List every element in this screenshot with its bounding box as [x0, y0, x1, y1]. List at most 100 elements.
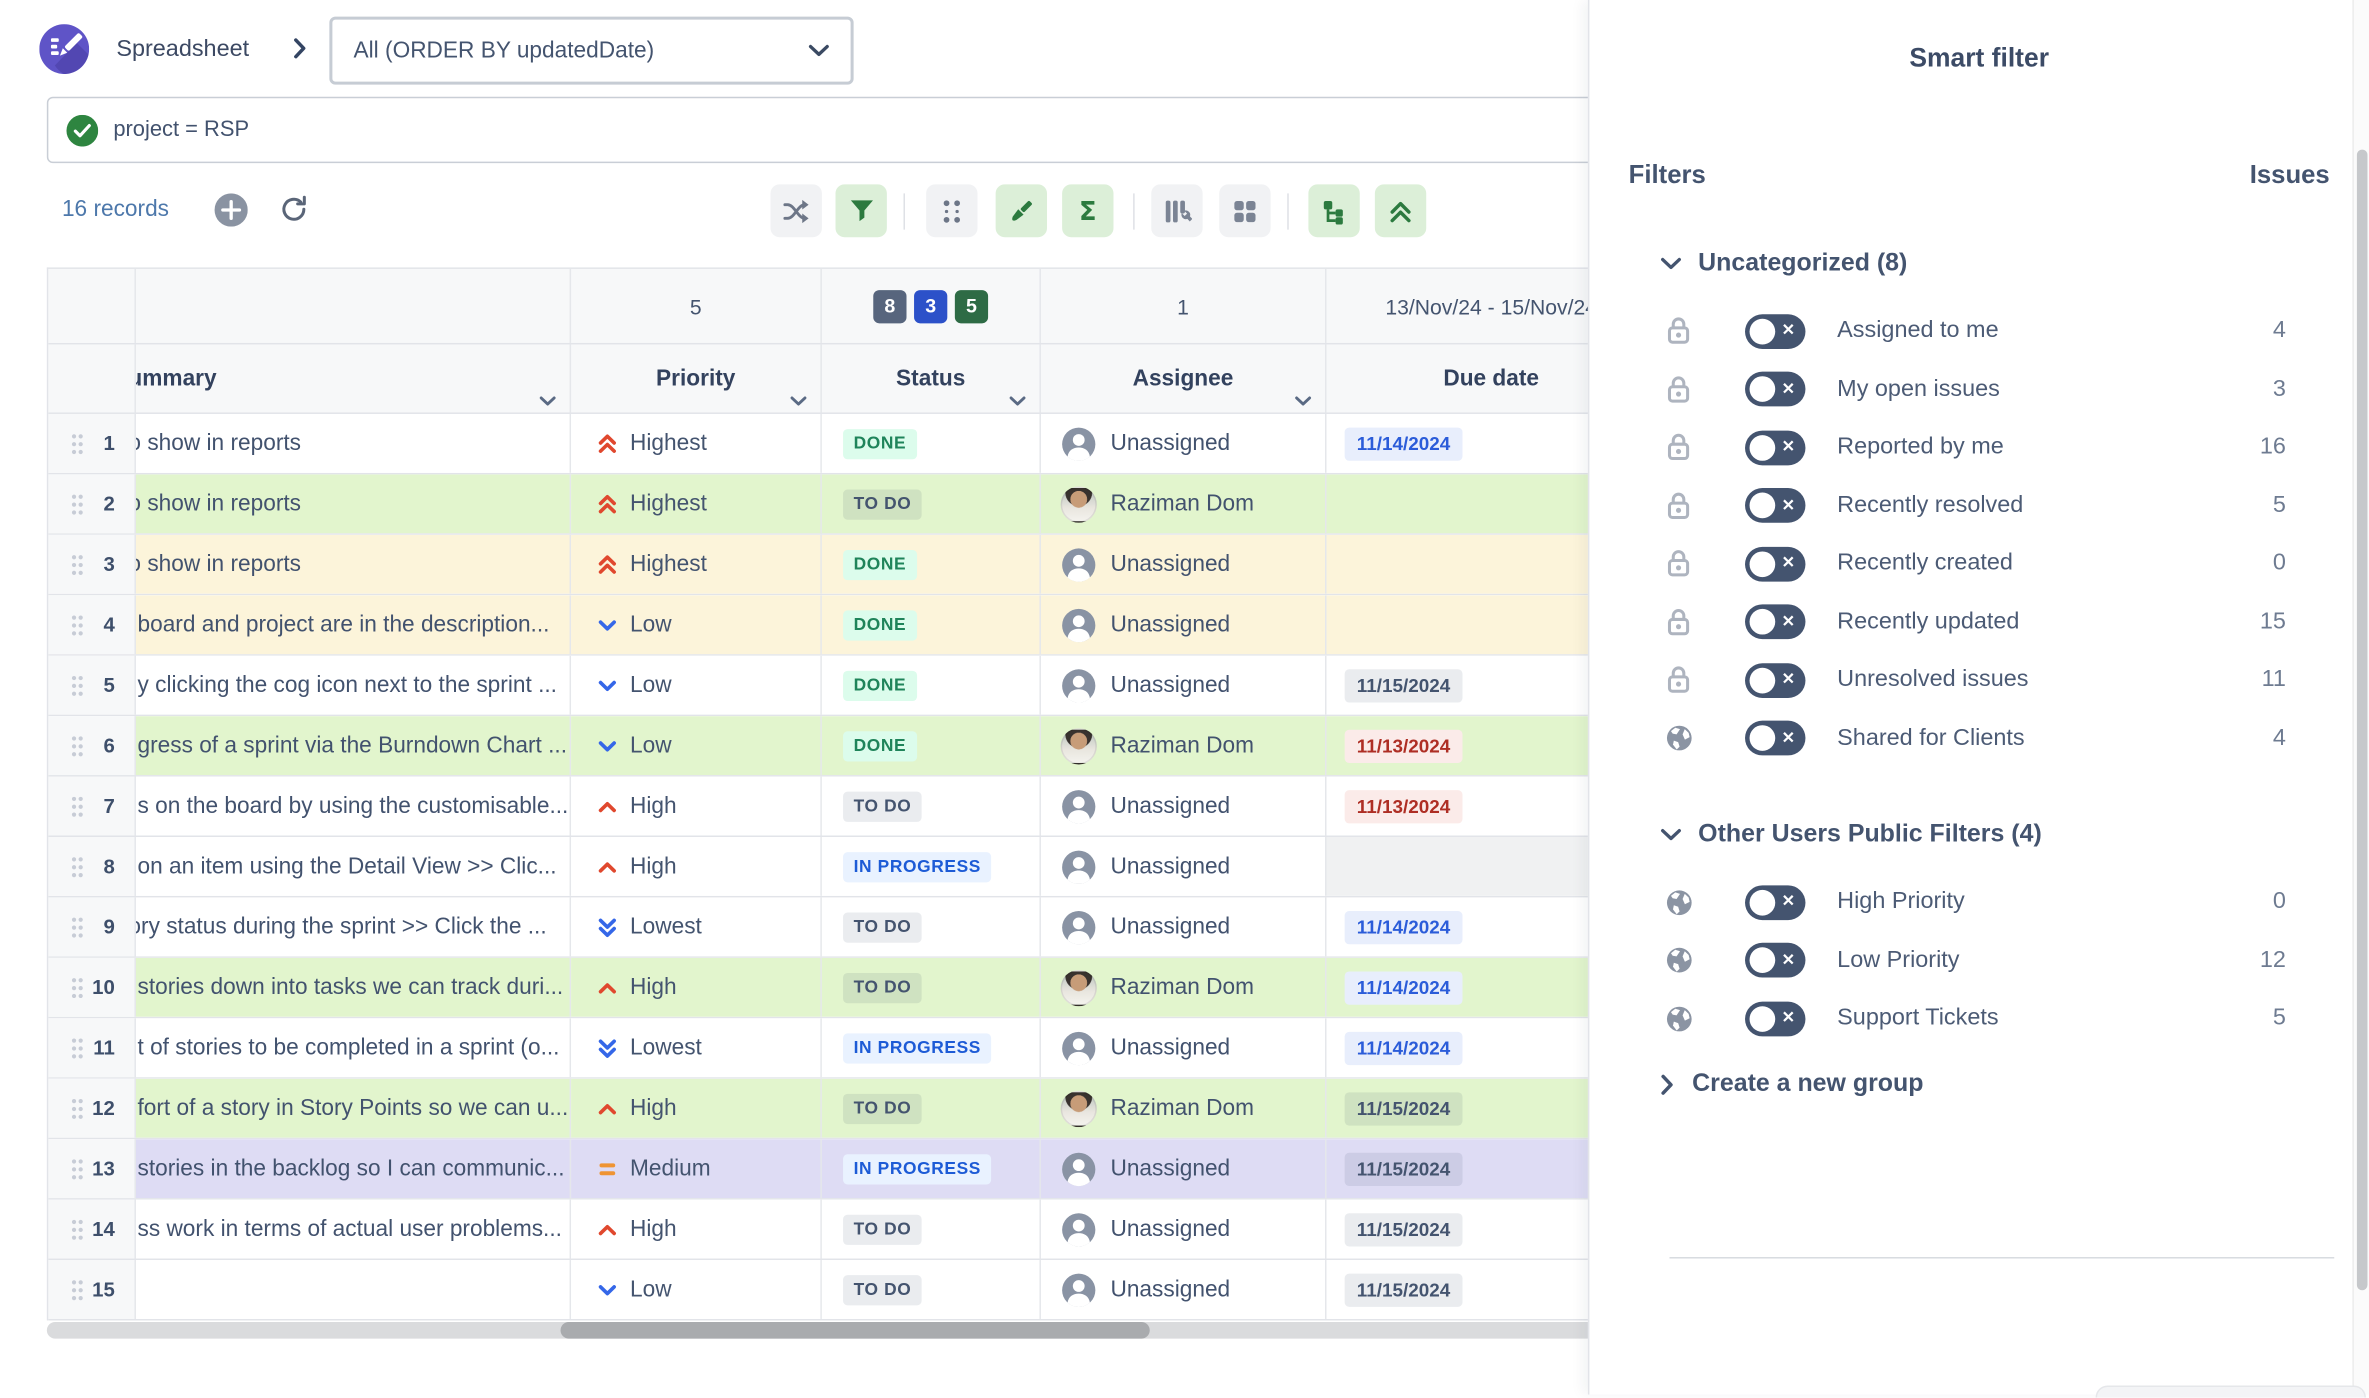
priority-cell[interactable]: High [571, 837, 822, 896]
sum-button[interactable]: Σ [1062, 184, 1113, 237]
filter-item[interactable]: ✕Reported by me16 [1589, 419, 2369, 477]
summary-cell[interactable]: s on the board by using the customisable… [136, 777, 571, 836]
assignee-cell[interactable]: Unassigned [1041, 595, 1327, 654]
filter-toggle[interactable]: ✕ [1745, 1001, 1805, 1036]
drag-handle-icon[interactable] [69, 1277, 84, 1301]
create-new-group-button[interactable]: Create a new group [1660, 1070, 1923, 1099]
summary-cell[interactable]: stories down into tasks we can track dur… [136, 958, 571, 1017]
filter-toggle[interactable]: ✕ [1745, 314, 1805, 349]
filter-item[interactable]: ✕Recently created0 [1589, 535, 2369, 593]
drag-handle-icon[interactable] [69, 915, 84, 939]
priority-cell[interactable]: Medium [571, 1139, 822, 1198]
status-cell[interactable]: DONE [822, 716, 1041, 775]
row-number-cell[interactable]: 7 [48, 777, 136, 836]
summary-cell[interactable]: t of stories to be completed in a sprint… [136, 1018, 571, 1077]
priority-cell[interactable]: Highest [571, 414, 822, 473]
column-settings-button[interactable] [1151, 184, 1202, 237]
assignee-cell[interactable]: Unassigned [1041, 414, 1327, 473]
refresh-button[interactable] [278, 193, 310, 225]
filter-item[interactable]: ✕Recently resolved5 [1589, 477, 2369, 535]
priority-cell[interactable]: Low [571, 595, 822, 654]
row-number-cell[interactable]: 5 [48, 656, 136, 715]
drag-handle-icon[interactable] [69, 492, 84, 516]
column-header-priority[interactable]: Priority [571, 344, 822, 412]
assignee-cell[interactable]: Unassigned [1041, 1260, 1327, 1319]
row-number-cell[interactable]: 10 [48, 958, 136, 1017]
priority-cell[interactable]: Low [571, 656, 822, 715]
due-date-cell[interactable]: 11/13/2024 [1327, 777, 1596, 836]
filter-item[interactable]: ✕Support Tickets5 [1589, 990, 2369, 1048]
row-number-cell[interactable]: 15 [48, 1260, 136, 1319]
filter-button[interactable] [835, 184, 886, 237]
due-date-cell[interactable]: 11/14/2024 [1327, 414, 1596, 473]
filter-group-header[interactable]: Other Users Public Filters (4) [1589, 810, 2369, 858]
due-date-cell[interactable]: 11/15/2024 [1327, 1200, 1596, 1259]
summary-cell[interactable]: stories in the backlog so I can communic… [136, 1139, 571, 1198]
summary-cell[interactable]: gress of a sprint via the Burndown Chart… [136, 716, 571, 775]
filter-toggle[interactable]: ✕ [1745, 721, 1805, 756]
row-number-cell[interactable]: 13 [48, 1139, 136, 1198]
assignee-cell[interactable]: Raziman Dom [1041, 716, 1327, 775]
due-date-cell[interactable]: 11/14/2024 [1327, 958, 1596, 1017]
view-dropdown[interactable]: All (ORDER BY updatedDate) [329, 17, 853, 85]
filter-toggle[interactable]: ✕ [1745, 943, 1805, 978]
priority-cell[interactable]: High [571, 777, 822, 836]
row-number-cell[interactable]: 9 [48, 897, 136, 956]
drag-handle-icon[interactable] [69, 673, 84, 697]
status-cell[interactable]: TO DO [822, 1260, 1041, 1319]
assignee-cell[interactable]: Unassigned [1041, 656, 1327, 715]
priority-cell[interactable]: High [571, 958, 822, 1017]
priority-cell[interactable]: Low [571, 716, 822, 775]
status-cell[interactable]: TO DO [822, 777, 1041, 836]
summary-cell[interactable]: o show in reports [136, 414, 571, 473]
jql-input[interactable]: project = RSP [47, 97, 1597, 163]
summary-cell[interactable] [136, 1260, 571, 1319]
status-cell[interactable]: DONE [822, 656, 1041, 715]
row-number-cell[interactable]: 14 [48, 1200, 136, 1259]
summary-cell[interactable]: ss work in terms of actual user problems… [136, 1200, 571, 1259]
drag-handle-icon[interactable] [69, 1217, 84, 1241]
status-cell[interactable]: DONE [822, 535, 1041, 594]
drag-handle-icon[interactable] [69, 794, 84, 818]
chevron-down-icon[interactable] [1295, 396, 1312, 407]
assignee-cell[interactable]: Raziman Dom [1041, 958, 1327, 1017]
status-cell[interactable]: IN PROGRESS [822, 837, 1041, 896]
due-date-cell[interactable]: 11/15/2024 [1327, 1260, 1596, 1319]
row-number-cell[interactable]: 6 [48, 716, 136, 775]
drag-handle-icon[interactable] [69, 975, 84, 999]
summary-cell[interactable]: o show in reports [136, 535, 571, 594]
summary-cell[interactable]: fort of a story in Story Points so we ca… [136, 1079, 571, 1138]
column-header-assignee[interactable]: Assignee [1041, 344, 1327, 412]
assignee-cell[interactable]: Unassigned [1041, 1018, 1327, 1077]
row-number-cell[interactable]: 1 [48, 414, 136, 473]
filter-toggle[interactable]: ✕ [1745, 488, 1805, 523]
drag-handle-icon[interactable] [69, 734, 84, 758]
column-header-status[interactable]: Status [822, 344, 1041, 412]
priority-cell[interactable]: Lowest [571, 897, 822, 956]
filter-toggle[interactable]: ✕ [1745, 605, 1805, 640]
grid-view-button[interactable] [1219, 184, 1270, 237]
filter-item[interactable]: ✕Unresolved issues11 [1589, 651, 2369, 709]
assignee-cell[interactable]: Unassigned [1041, 535, 1327, 594]
summary-cell[interactable]: on an item using the Detail View >> Clic… [136, 837, 571, 896]
status-cell[interactable]: TO DO [822, 1200, 1041, 1259]
status-cell[interactable]: IN PROGRESS [822, 1018, 1041, 1077]
due-date-cell[interactable]: 11/15/2024 [1327, 1079, 1596, 1138]
assignee-cell[interactable]: Unassigned [1041, 1200, 1327, 1259]
row-number-cell[interactable]: 11 [48, 1018, 136, 1077]
filter-item[interactable]: ✕Shared for Clients4 [1589, 709, 2369, 767]
priority-cell[interactable]: Highest [571, 535, 822, 594]
filter-group-header[interactable]: Uncategorized (8) [1589, 239, 2369, 287]
assignee-cell[interactable]: Unassigned [1041, 837, 1327, 896]
row-number-cell[interactable]: 8 [48, 837, 136, 896]
filter-toggle[interactable]: ✕ [1745, 430, 1805, 465]
due-date-cell[interactable] [1327, 837, 1596, 896]
summary-cell[interactable]: board and project are in the description… [136, 595, 571, 654]
filter-toggle[interactable]: ✕ [1745, 372, 1805, 407]
assignee-cell[interactable]: Raziman Dom [1041, 474, 1327, 533]
row-dots-button[interactable] [926, 184, 977, 237]
filter-item[interactable]: ✕Assigned to me4 [1589, 302, 2369, 360]
due-date-cell[interactable]: 11/14/2024 [1327, 1018, 1596, 1077]
priority-cell[interactable]: High [571, 1200, 822, 1259]
filter-item[interactable]: ✕My open issues3 [1589, 360, 2369, 418]
